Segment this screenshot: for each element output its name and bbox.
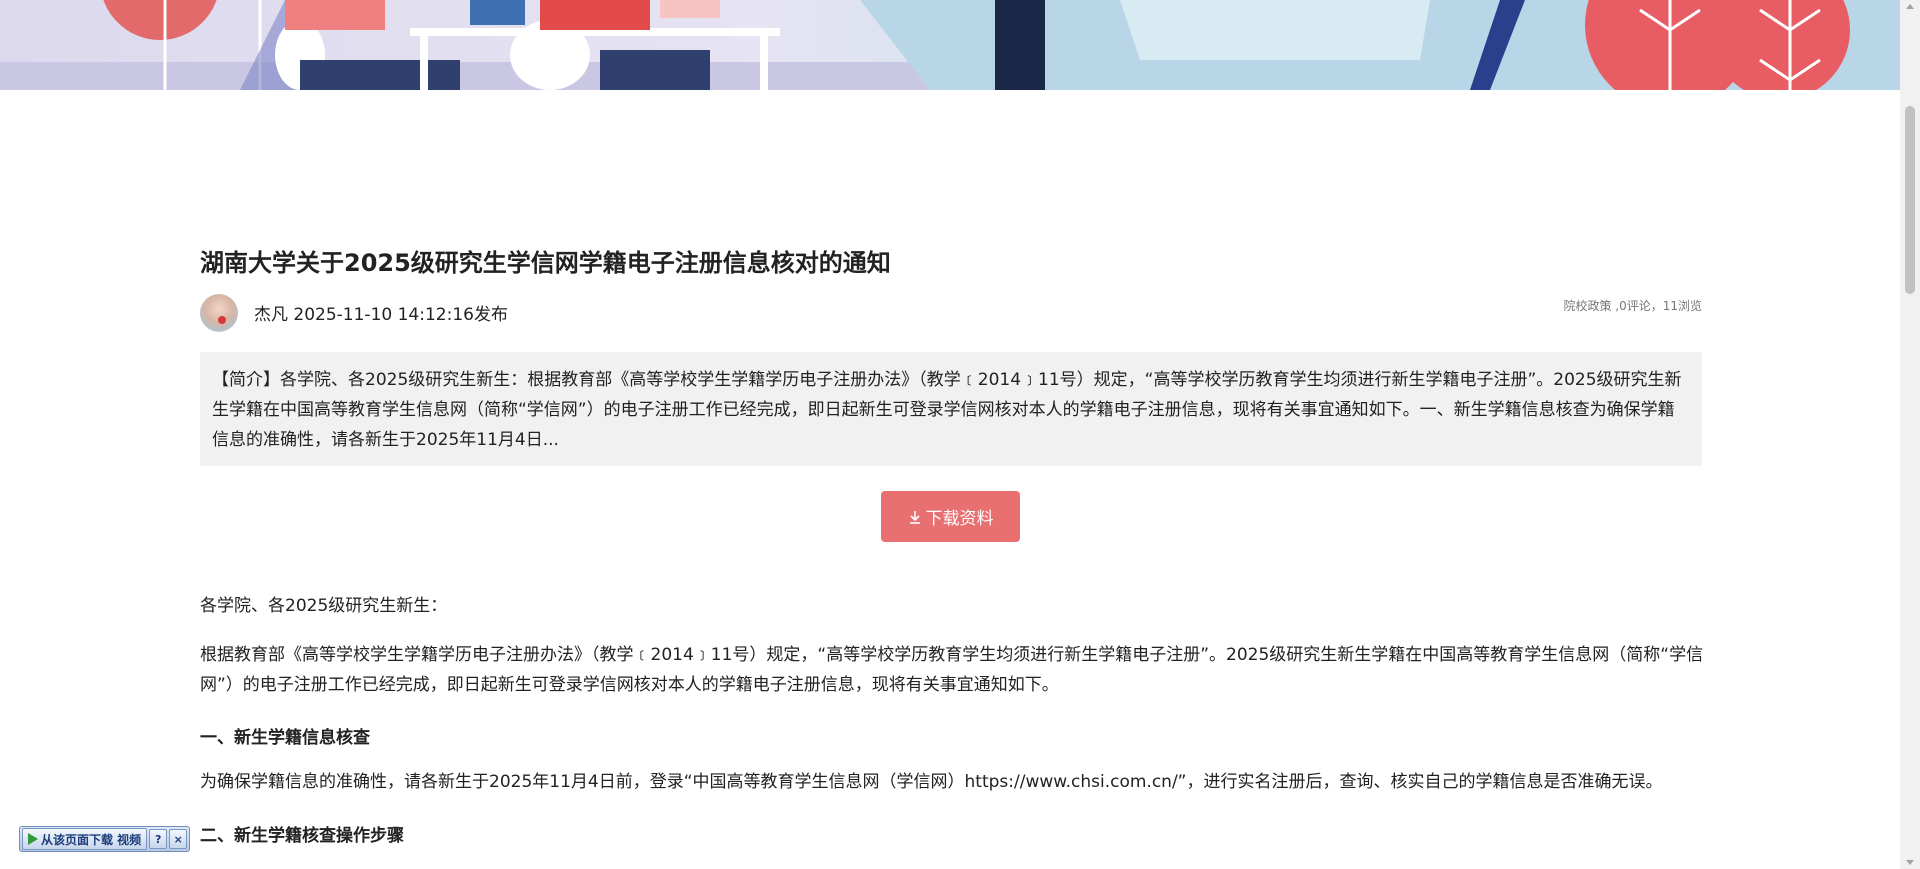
- video-download-label: 从该页面下载 视频: [41, 832, 142, 847]
- author-publish-line: 杰凡 2025-11-10 14:12:16发布: [254, 305, 508, 325]
- header-banner: [0, 0, 1900, 90]
- scroll-up-arrow-icon[interactable]: [1906, 4, 1914, 9]
- article-summary: 【简介】各学院、各2025级研究生新生：根据教育部《高等学校学生学籍学历电子注册…: [200, 352, 1702, 466]
- article-title: 湖南大学关于2025级研究生学信网学籍电子注册信息核对的通知: [200, 249, 891, 277]
- play-icon: [28, 833, 38, 845]
- video-download-button[interactable]: 从该页面下载 视频: [22, 828, 148, 850]
- body-paragraph-2: 为确保学籍信息的准确性，请各新生于2025年11月4日前，登录“中国高等教育学生…: [200, 772, 1663, 792]
- author-avatar[interactable]: [200, 294, 238, 332]
- video-download-toolbar: 从该页面下载 视频 ? ×: [19, 826, 191, 852]
- section-heading-2: 二、新生学籍核查操作步骤: [200, 826, 404, 846]
- download-button[interactable]: 下载资料: [881, 491, 1020, 542]
- download-button-label: 下载资料: [925, 509, 994, 529]
- page-scrollbar[interactable]: [1900, 0, 1920, 869]
- section-heading-1: 一、新生学籍信息核查: [200, 728, 370, 748]
- avatar-accent: [218, 316, 226, 324]
- body-greeting: 各学院、各2025级研究生新生：: [200, 596, 448, 616]
- article-meta: 院校政策 ,0评论，11浏览: [1563, 299, 1702, 313]
- close-button[interactable]: ×: [169, 829, 188, 849]
- banner-illustration: [0, 0, 1900, 90]
- body-paragraph-1: 根据教育部《高等学校学生学籍学历电子注册办法》（教学﹝2014﹞11号）规定，“…: [200, 645, 1704, 695]
- scroll-down-arrow-icon[interactable]: [1906, 860, 1914, 865]
- help-button[interactable]: ?: [149, 829, 168, 849]
- scroll-thumb[interactable]: [1905, 106, 1915, 294]
- download-icon: [909, 510, 920, 524]
